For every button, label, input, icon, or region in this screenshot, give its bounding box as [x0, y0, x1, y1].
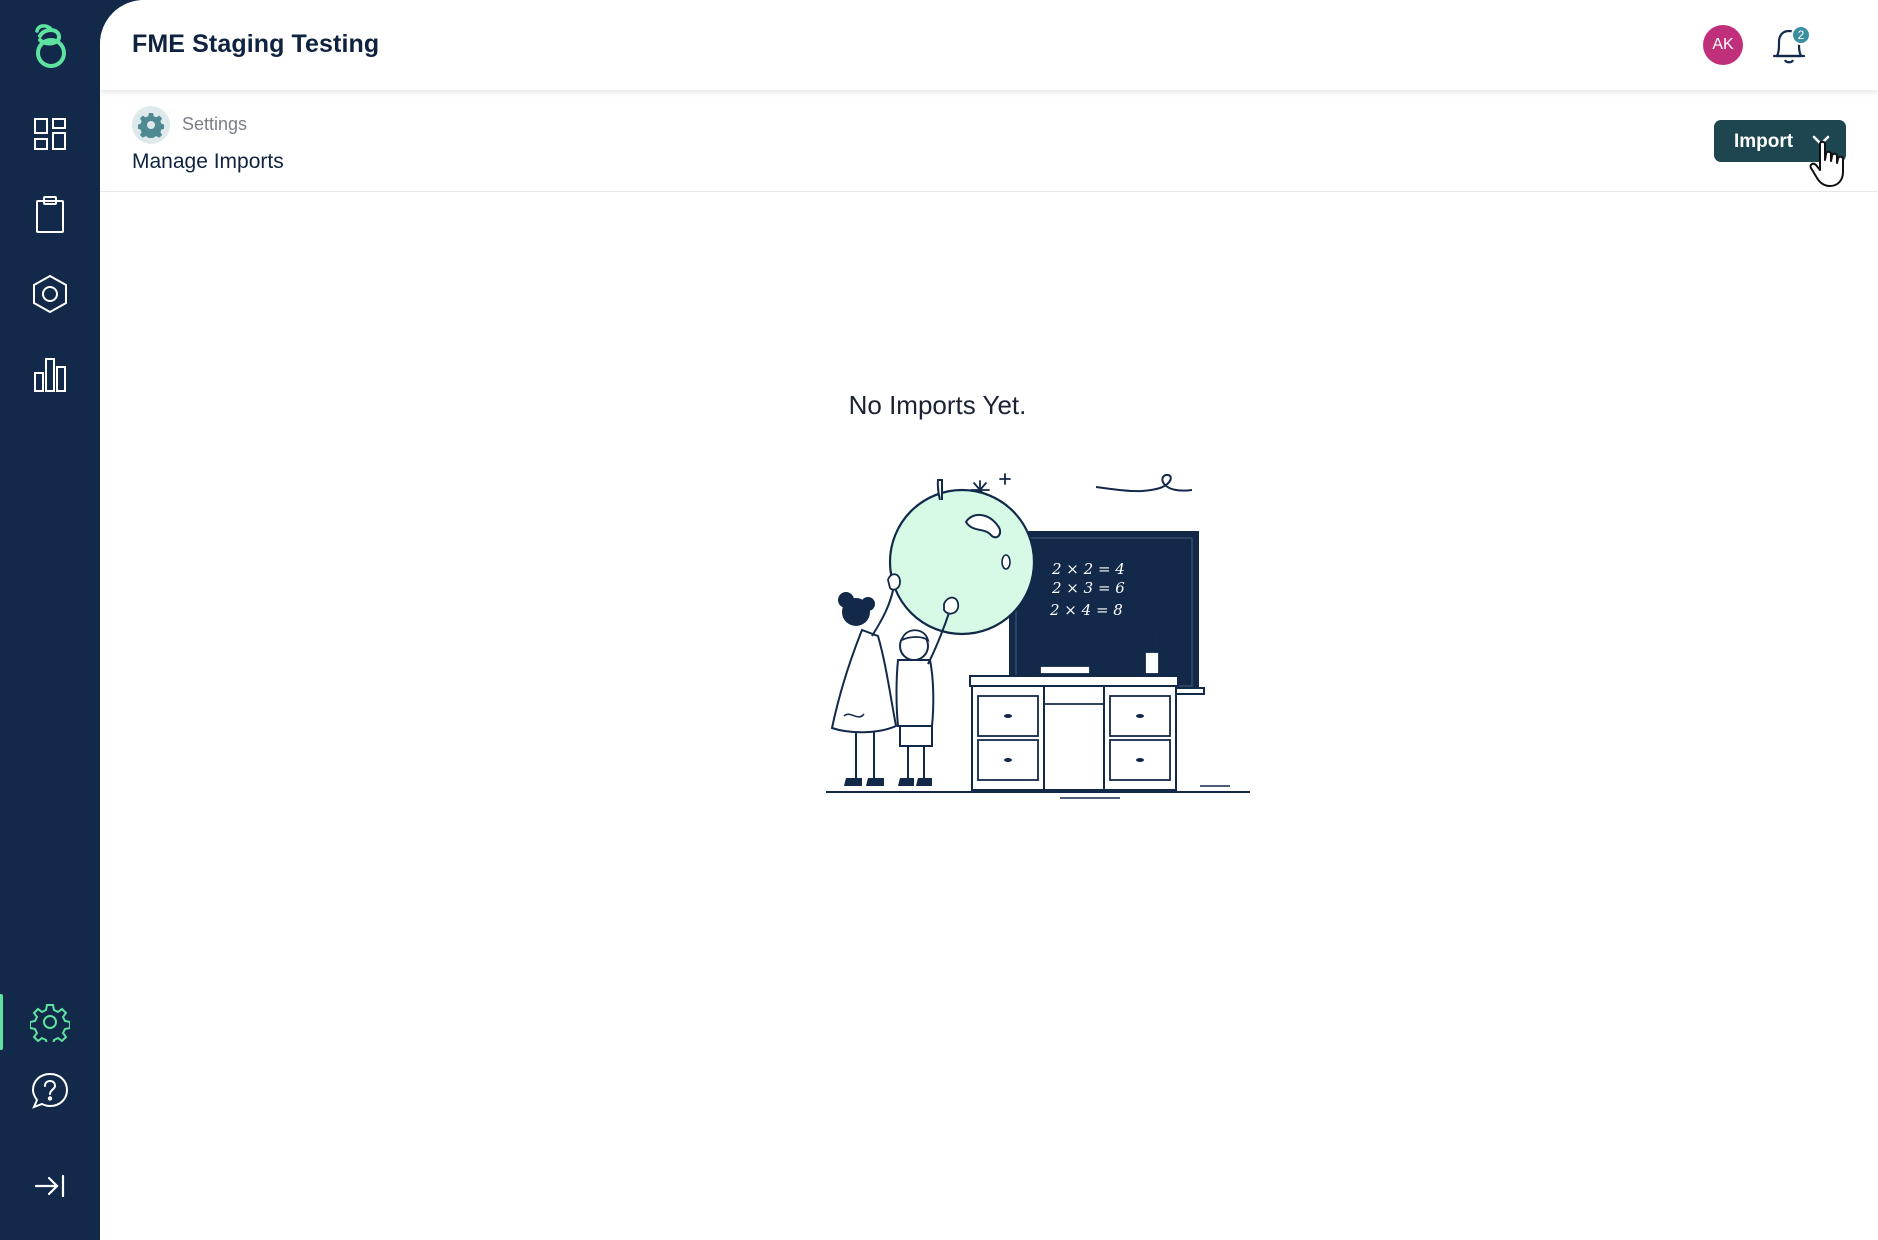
sidebar-collapse-button[interactable] — [0, 1154, 100, 1218]
empty-state-illustration: 2 × 2 = 4 2 × 3 = 6 2 × 4 = 8 — [826, 473, 1250, 799]
app-window: FME Staging Testing AK 2 Settings Manage… — [0, 0, 1878, 1240]
dashboard-icon — [34, 118, 66, 150]
sidebar-item-settings[interactable] — [0, 990, 100, 1054]
import-button-label: Import — [1734, 131, 1794, 152]
notification-badge: 2 — [1791, 25, 1811, 45]
chalkboard-line-3: 2 × 4 = 8 — [1049, 601, 1123, 619]
page-title: Manage Imports — [132, 150, 284, 173]
import-button[interactable]: Import — [1714, 120, 1846, 162]
sidebar-item-help[interactable] — [0, 1059, 100, 1123]
main-panel: FME Staging Testing AK 2 Settings Manage… — [100, 0, 1878, 1240]
logo-icon — [35, 24, 66, 68]
top-bar: FME Staging Testing AK 2 — [100, 0, 1878, 90]
app-logo[interactable] — [0, 16, 100, 80]
sidebar — [0, 0, 100, 1240]
chalkboard-line-2: 2 × 3 = 6 — [1051, 579, 1125, 597]
bar-chart-icon — [34, 358, 66, 392]
sidebar-item-dashboard[interactable] — [0, 102, 100, 166]
app-title: FME Staging Testing — [132, 30, 380, 58]
gear-icon — [138, 113, 164, 138]
collapse-icon — [34, 1174, 65, 1198]
sidebar-item-tasks[interactable] — [0, 183, 100, 247]
breadcrumb-settings[interactable]: Settings — [182, 114, 247, 135]
chalkboard-line-1: 2 × 2 = 4 — [1051, 560, 1125, 578]
chevron-down-icon — [1812, 135, 1830, 146]
gear-icon — [30, 1004, 70, 1042]
settings-crumb-icon — [132, 106, 170, 144]
sidebar-item-modules[interactable] — [0, 262, 100, 326]
clipboard-icon — [36, 196, 64, 233]
help-icon — [31, 1072, 69, 1109]
sidebar-item-reports[interactable] — [0, 342, 100, 406]
empty-state-message: No Imports Yet. — [848, 390, 1027, 420]
avatar[interactable]: AK — [1703, 25, 1743, 65]
page-header: Settings Manage Imports Import — [100, 90, 1878, 192]
hexagon-icon — [33, 274, 67, 314]
